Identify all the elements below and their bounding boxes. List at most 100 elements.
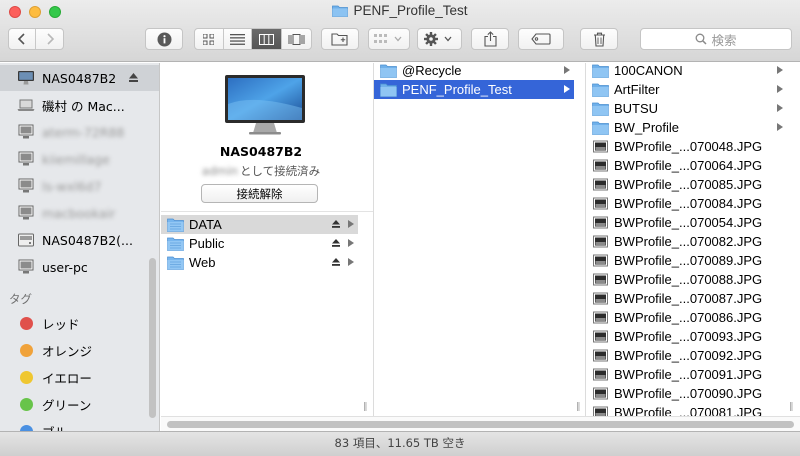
chevron-right-icon: [348, 220, 354, 228]
file-row[interactable]: BWProfile_...070085.JPG: [586, 175, 788, 194]
file-row[interactable]: BWProfile_...070087.JPG: [586, 289, 788, 308]
eject-icon[interactable]: [331, 219, 341, 229]
file-row[interactable]: BWProfile_...070048.JPG: [586, 137, 788, 156]
eject-icon[interactable]: [128, 72, 139, 83]
new-folder-button[interactable]: [321, 28, 359, 50]
horizontal-scrollbar[interactable]: [161, 416, 800, 431]
file-row[interactable]: BWProfile_...070064.JPG: [586, 156, 788, 175]
column-view-button[interactable]: [252, 29, 282, 49]
file-row[interactable]: BWProfile_...070084.JPG: [586, 194, 788, 213]
sidebar-tag-red[interactable]: レッド: [0, 310, 159, 336]
pc-icon: [18, 205, 34, 220]
file-row[interactable]: BWProfile_...070054.JPG: [586, 213, 788, 232]
search-icon: [696, 33, 708, 45]
view-switcher: [194, 28, 312, 50]
search-placeholder: 検索: [711, 32, 737, 48]
folder-row-butsu[interactable]: BUTSU: [586, 99, 788, 118]
sidebar-tag-orange[interactable]: オレンジ: [0, 337, 159, 363]
forward-button[interactable]: [36, 29, 63, 49]
file-label: BWProfile_...070087.JPG: [614, 291, 763, 306]
file-row[interactable]: BWProfile_...070089.JPG: [586, 251, 788, 270]
sidebar-item-ls-wxl[interactable]: ls-wxl6d7: [0, 173, 159, 199]
sidebar-tag-green[interactable]: グリーン: [0, 391, 159, 417]
folder-label: ArtFilter: [614, 82, 660, 97]
sidebar-tag-yellow[interactable]: イエロー: [0, 364, 159, 390]
file-row[interactable]: BWProfile_...070082.JPG: [586, 232, 788, 251]
image-file-icon: [593, 235, 608, 248]
folder-row-penf-profile-test[interactable]: PENF_Profile_Test: [374, 80, 574, 99]
tag-icon: [531, 33, 551, 45]
image-file-icon: [593, 387, 608, 400]
red-tag-dot-icon: [20, 317, 33, 330]
icon-view-button[interactable]: [195, 29, 224, 49]
eject-icon[interactable]: [331, 238, 341, 248]
sidebar-item-macbookair[interactable]: macbookair: [0, 200, 159, 226]
list-view-button[interactable]: [224, 29, 253, 49]
chevron-right-icon: [46, 33, 54, 45]
action-button[interactable]: [417, 28, 462, 50]
sidebar-item-mac[interactable]: 磯村 の Mac...: [0, 92, 159, 118]
sidebar-tag-blue[interactable]: ブルー: [0, 418, 159, 431]
column-resize-handle[interactable]: ‖: [789, 402, 793, 412]
pc-icon: [18, 178, 34, 193]
search-field[interactable]: 検索: [640, 28, 792, 50]
sidebar-item-kiiemillage[interactable]: kiiemillage: [0, 146, 159, 172]
chevron-right-icon: [348, 258, 354, 266]
coverflow-view-button[interactable]: [282, 29, 311, 49]
server-name: NAS0487B2: [219, 144, 303, 159]
file-label: BWProfile_...070091.JPG: [614, 367, 763, 382]
file-row[interactable]: BWProfile_...070086.JPG: [586, 308, 788, 327]
info-icon: [157, 32, 171, 46]
folder-label: BW_Profile: [614, 120, 680, 135]
disconnect-button[interactable]: 接続解除: [201, 184, 318, 203]
image-file-icon: [593, 311, 608, 324]
column-resize-handle[interactable]: ‖: [363, 402, 367, 412]
arrange-button[interactable]: [368, 28, 410, 50]
folder-label: BUTSU: [614, 101, 659, 116]
sidebar-item-nas0487b2[interactable]: NAS0487B2: [0, 65, 159, 91]
folder-row-recycle[interactable]: @Recycle: [374, 63, 574, 80]
column-resize-handle[interactable]: ‖: [576, 402, 580, 412]
share-row-web[interactable]: Web: [161, 253, 358, 272]
folder-row-artfilter[interactable]: ArtFilter: [586, 80, 788, 99]
column-penf-profile-test: 100CANON ArtFilter BUTSU BW_Profile BWPr…: [586, 63, 800, 416]
sidebar-item-label: aterm-72R88: [42, 124, 125, 140]
finder-window: PENF_Profile_Test 検索 NAS0487B2 磯村 の Mac.…: [0, 0, 800, 456]
file-row[interactable]: BWProfile_...070081.JPG: [586, 403, 788, 416]
file-row[interactable]: BWProfile_...070092.JPG: [586, 346, 788, 365]
file-row[interactable]: BWProfile_...070090.JPG: [586, 384, 788, 403]
toolbar: PENF_Profile_Test 検索: [0, 0, 800, 62]
file-row[interactable]: BWProfile_...070091.JPG: [586, 365, 788, 384]
chevron-right-icon: [777, 104, 783, 112]
list-view-icon: [229, 33, 245, 45]
tag-button[interactable]: [518, 28, 564, 50]
folder-row-100canon[interactable]: 100CANON: [586, 63, 788, 80]
share-icon: [483, 31, 497, 47]
sidebar-item-aterm[interactable]: aterm-72R88: [0, 119, 159, 145]
file-label: BWProfile_...070093.JPG: [614, 329, 763, 344]
window-title-text: PENF_Profile_Test: [353, 3, 468, 18]
file-label: BWProfile_...070086.JPG: [614, 310, 763, 325]
server-column: NAS0487B2 admin として接続済み 接続解除 DATA Public…: [161, 63, 374, 416]
sidebar-item-user-pc[interactable]: user-pc: [0, 254, 159, 280]
scrollbar-thumb[interactable]: [167, 421, 794, 428]
sidebar-scrollbar[interactable]: [149, 258, 156, 418]
share-row-data[interactable]: DATA: [161, 215, 358, 234]
get-info-button[interactable]: [145, 28, 183, 50]
folder-icon: [380, 64, 397, 78]
eject-icon[interactable]: [331, 257, 341, 267]
tags-heading: タグ: [9, 292, 32, 306]
share-row-public[interactable]: Public: [161, 234, 358, 253]
sidebar-item-nas0487b2-alt[interactable]: NAS0487B2(...: [0, 227, 159, 253]
back-button[interactable]: [9, 29, 37, 49]
folder-icon: [592, 64, 609, 78]
server-icon: [18, 233, 34, 247]
folder-row-bw-profile[interactable]: BW_Profile: [586, 118, 788, 137]
connected-text: として接続済み: [239, 164, 321, 178]
file-row[interactable]: BWProfile_...070093.JPG: [586, 327, 788, 346]
share-button[interactable]: [471, 28, 509, 50]
file-row[interactable]: BWProfile_...070088.JPG: [586, 270, 788, 289]
delete-button[interactable]: [580, 28, 618, 50]
image-file-icon: [593, 349, 608, 362]
file-label: BWProfile_...070081.JPG: [614, 405, 763, 416]
